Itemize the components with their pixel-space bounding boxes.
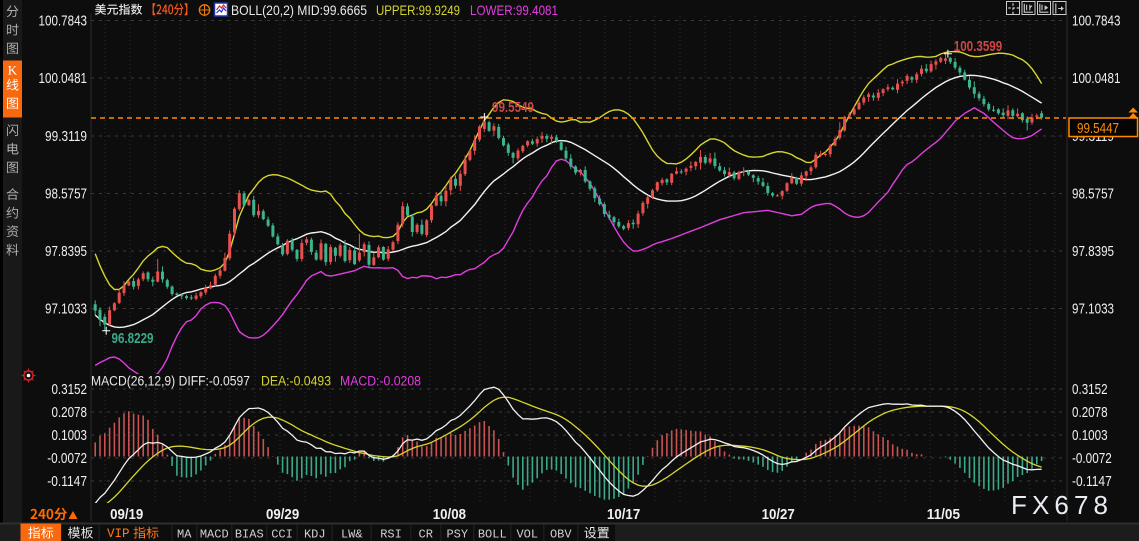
- svg-text:-0.0072: -0.0072: [47, 450, 87, 467]
- svg-text:VOL: VOL: [516, 528, 538, 541]
- svg-text:MACD: MACD: [200, 528, 229, 541]
- svg-text:100.0481: 100.0481: [1072, 70, 1120, 87]
- svg-text:BOLL: BOLL: [478, 528, 507, 541]
- svg-text:RSI: RSI: [380, 528, 402, 541]
- svg-text:-0.1147: -0.1147: [1072, 473, 1112, 490]
- svg-text:LW&: LW&: [341, 528, 363, 541]
- svg-text:K: K: [8, 63, 18, 78]
- svg-text:10/27: 10/27: [762, 507, 795, 523]
- svg-text:LOWER:99.4081: LOWER:99.4081: [470, 2, 558, 18]
- svg-text:DEA:-0.0493: DEA:-0.0493: [261, 374, 331, 389]
- svg-text:BIAS: BIAS: [235, 528, 264, 541]
- svg-text:PSY: PSY: [446, 528, 468, 541]
- svg-text:-0.0072: -0.0072: [1072, 450, 1112, 467]
- svg-text:09/29: 09/29: [266, 507, 299, 523]
- svg-text:98.5757: 98.5757: [45, 185, 87, 202]
- svg-text:VIP: VIP: [107, 527, 130, 541]
- svg-text:09/19: 09/19: [110, 507, 143, 523]
- svg-text:10/17: 10/17: [607, 507, 640, 523]
- svg-text:UPPER:99.9249: UPPER:99.9249: [376, 2, 460, 18]
- svg-text:CR: CR: [419, 528, 433, 541]
- svg-text:98.5757: 98.5757: [1072, 185, 1114, 202]
- svg-text:OBV: OBV: [550, 528, 572, 541]
- svg-text:100.3599: 100.3599: [954, 39, 1002, 55]
- svg-text:97.1033: 97.1033: [45, 301, 87, 318]
- svg-text:MACD:-0.0208: MACD:-0.0208: [340, 374, 421, 389]
- svg-text:97.8395: 97.8395: [45, 243, 87, 260]
- svg-text:100.7843: 100.7843: [39, 13, 87, 30]
- svg-text:-0.1147: -0.1147: [47, 473, 87, 490]
- svg-text:CCI: CCI: [271, 528, 293, 541]
- svg-text:97.1033: 97.1033: [1072, 301, 1114, 318]
- svg-text:KDJ: KDJ: [304, 528, 326, 541]
- svg-text:0.2078: 0.2078: [51, 404, 87, 421]
- svg-text:96.8229: 96.8229: [112, 331, 154, 347]
- svg-text:97.8395: 97.8395: [1072, 243, 1114, 260]
- svg-text:MACD(26,12,9) DIFF:-0.0597: MACD(26,12,9) DIFF:-0.0597: [91, 374, 250, 389]
- svg-text:11/05: 11/05: [927, 507, 960, 523]
- svg-text:0.3152: 0.3152: [51, 381, 87, 398]
- svg-text:0.1003: 0.1003: [51, 427, 87, 444]
- svg-text:100.7843: 100.7843: [1072, 13, 1120, 30]
- svg-text:99.5447: 99.5447: [1077, 120, 1119, 137]
- svg-text:0.3152: 0.3152: [1072, 381, 1108, 398]
- svg-text:FX678: FX678: [1011, 490, 1108, 520]
- svg-text:0.1003: 0.1003: [1072, 427, 1108, 444]
- svg-text:100.0481: 100.0481: [39, 70, 87, 87]
- svg-text:MA: MA: [177, 528, 192, 541]
- svg-text:BOLL(20,2) MID:99.6665: BOLL(20,2) MID:99.6665: [231, 2, 367, 18]
- svg-text:10/08: 10/08: [433, 507, 466, 523]
- svg-text:0.2078: 0.2078: [1072, 404, 1108, 421]
- svg-text:99.5549: 99.5549: [492, 100, 534, 116]
- svg-text:99.3119: 99.3119: [45, 128, 87, 145]
